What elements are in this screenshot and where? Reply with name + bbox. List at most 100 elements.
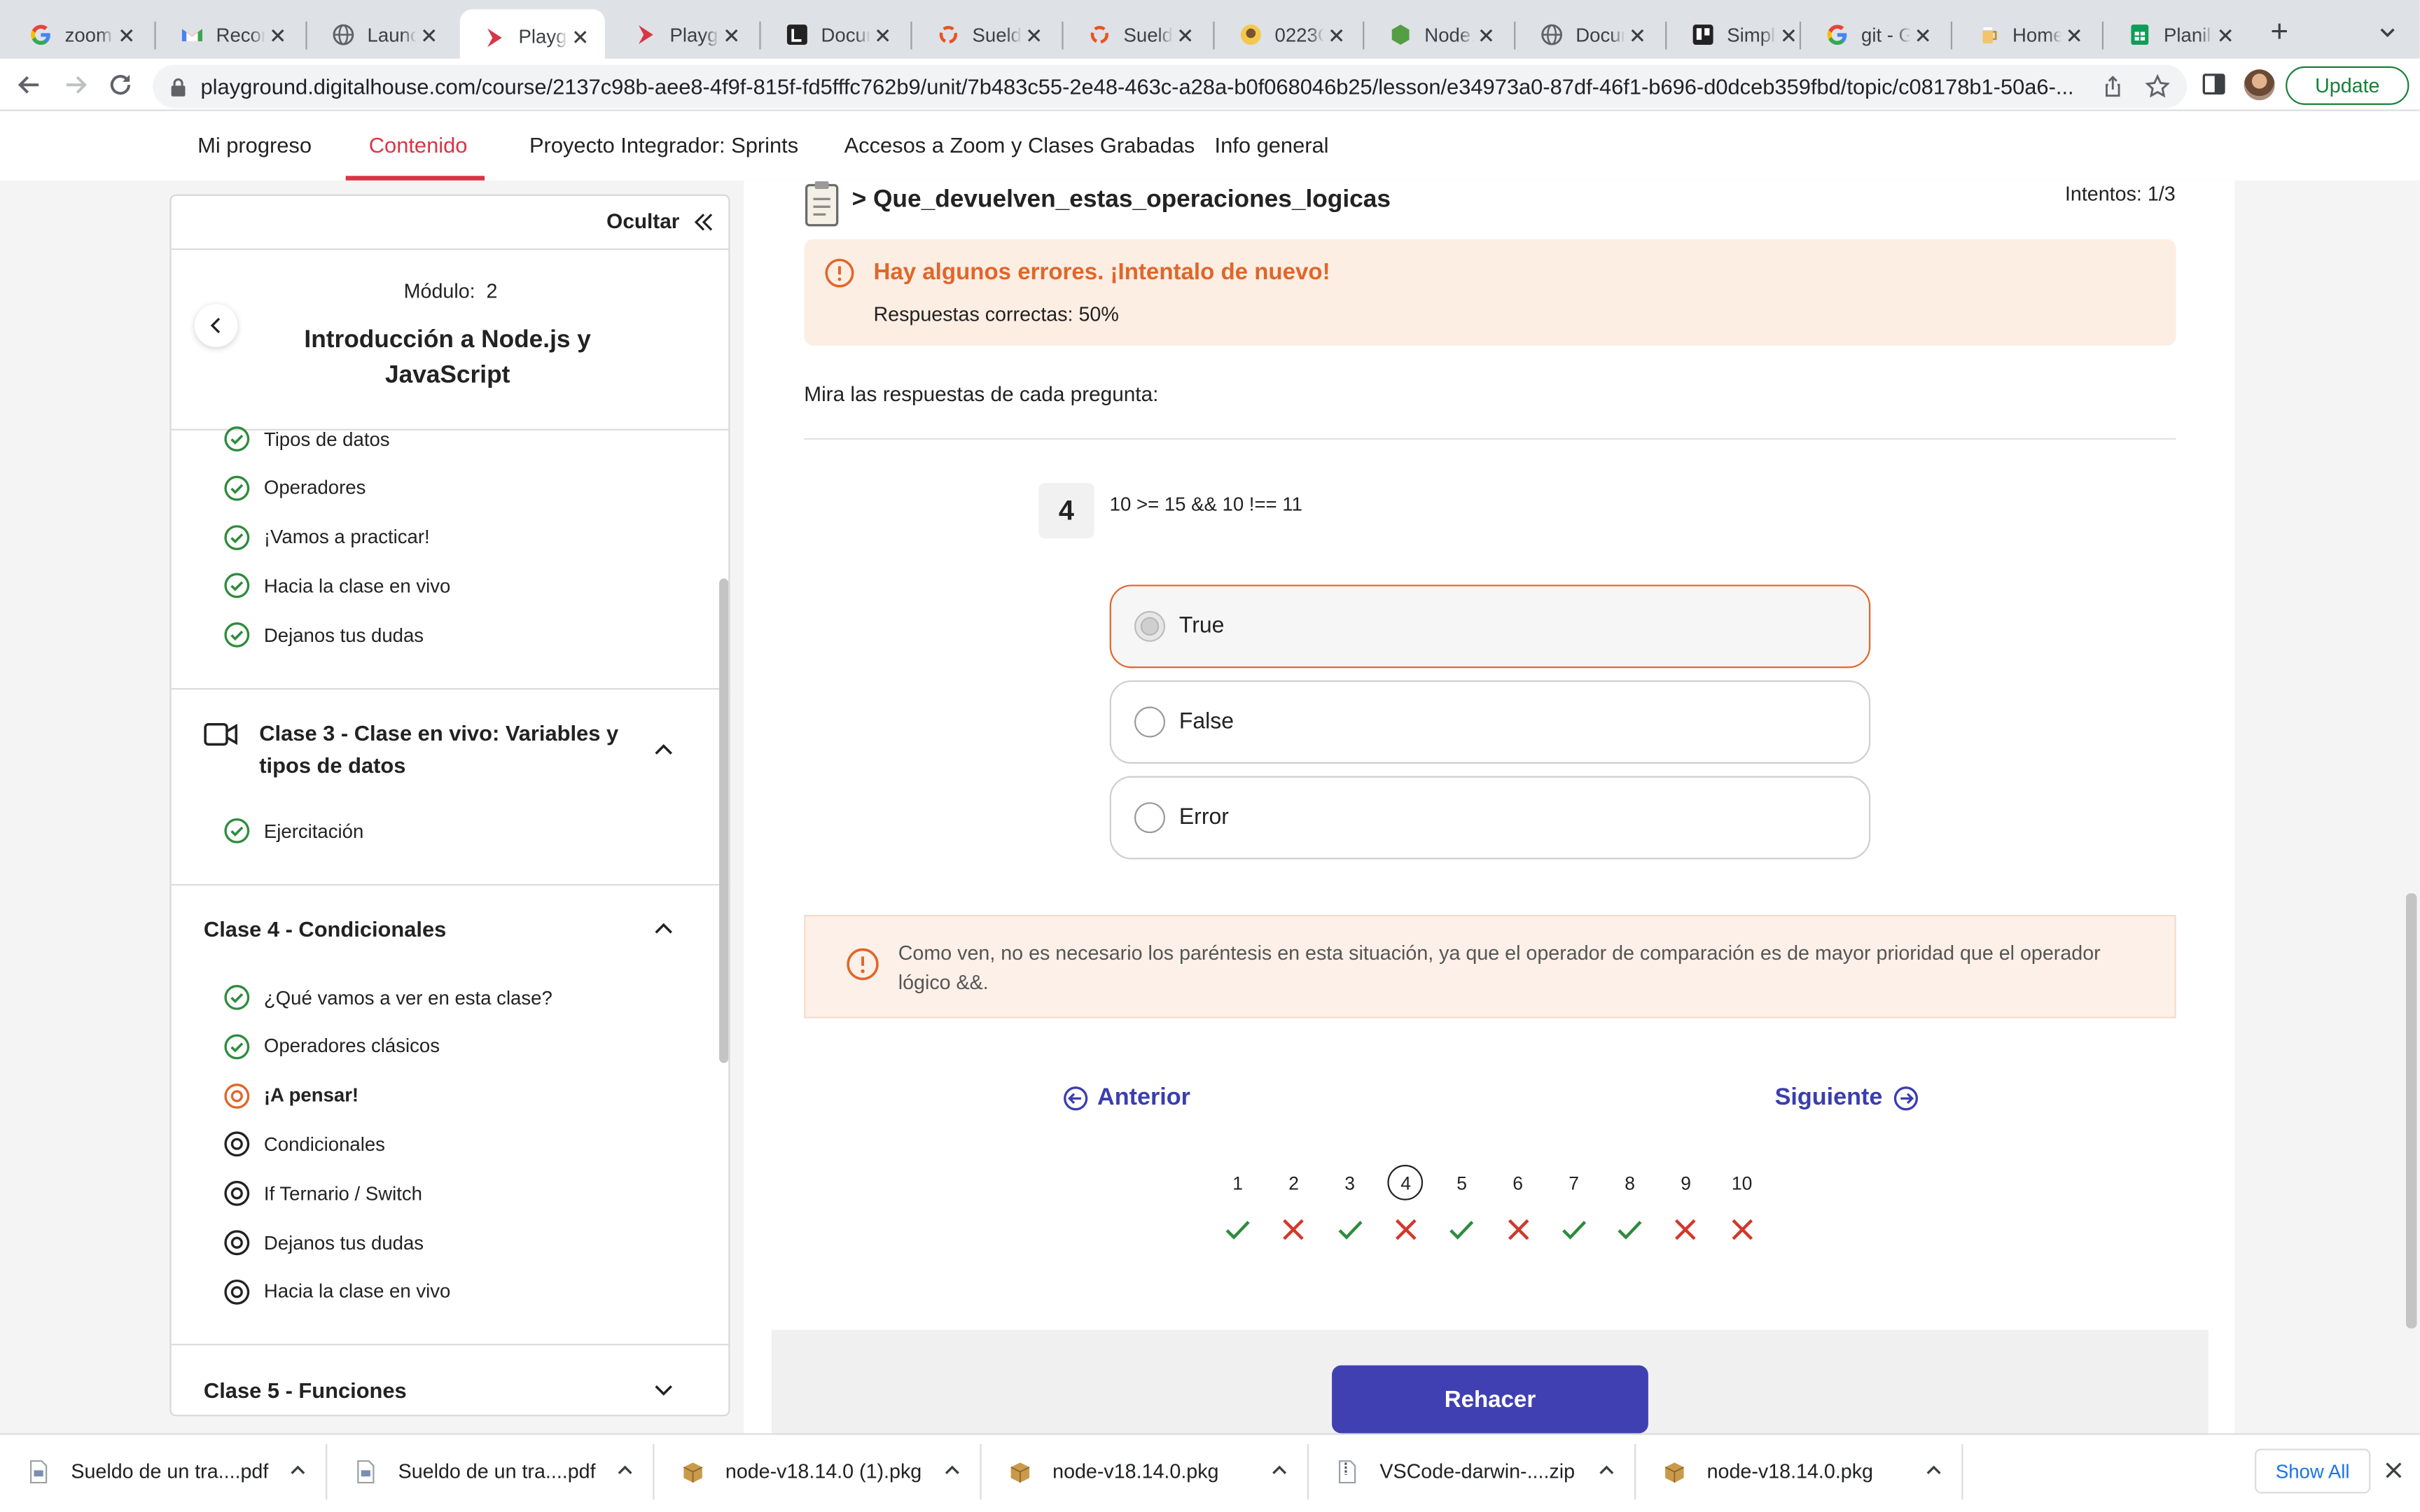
close-tab-icon[interactable] <box>417 22 441 47</box>
browser-tab[interactable]: Playgro <box>611 9 756 60</box>
chevron-up-icon[interactable] <box>943 1461 961 1479</box>
nav-proyecto-integrador[interactable]: Proyecto Integrador: Sprints <box>529 133 798 158</box>
download-item[interactable]: Sueldo de un tra....pdf <box>0 1435 326 1506</box>
share-icon[interactable] <box>2102 76 2124 97</box>
answer-option[interactable]: False <box>1109 680 1871 764</box>
close-tab-icon[interactable] <box>1911 22 1935 47</box>
browser-tab[interactable]: Planilla <box>2105 9 2250 60</box>
browser-tab[interactable]: zoom d <box>6 9 151 60</box>
sidebar-topic-item[interactable]: Dejanos tus dudas <box>224 622 424 648</box>
page-scrollbar[interactable] <box>2406 893 2417 1329</box>
page-number[interactable]: 5 <box>1447 1172 1477 1194</box>
close-tab-icon[interactable] <box>1022 22 1046 47</box>
sidebar-topic-item[interactable]: Operadores <box>224 475 366 501</box>
show-all-downloads-button[interactable]: Show All <box>2255 1448 2371 1494</box>
module-back-button[interactable] <box>194 304 238 347</box>
close-tab-icon[interactable] <box>1324 22 1349 47</box>
browser-tab[interactable]: Docum <box>763 9 908 60</box>
nav-mi-progreso[interactable]: Mi progreso <box>197 133 312 158</box>
address-bar[interactable]: playground.digitalhouse.com/course/2137c… <box>153 64 2188 108</box>
chevron-up-icon[interactable] <box>653 918 674 939</box>
sidebar-topic-item[interactable]: Tipos de datos <box>224 426 390 451</box>
page-number[interactable]: 9 <box>1671 1172 1702 1194</box>
close-tab-icon[interactable] <box>568 24 592 49</box>
browser-tab[interactable]: Simple <box>1669 9 1814 60</box>
sidebar-scrollbar[interactable] <box>719 578 729 1063</box>
tab-search-chevron-icon[interactable] <box>2377 22 2398 43</box>
page-number[interactable]: 6 <box>1503 1172 1534 1194</box>
back-arrow-icon[interactable] <box>15 71 43 99</box>
close-tab-icon[interactable] <box>114 22 139 47</box>
new-tab-button[interactable]: + <box>2265 17 2293 48</box>
update-button[interactable]: Update <box>2286 66 2409 105</box>
page-number[interactable]: 1 <box>1223 1172 1253 1194</box>
page-number[interactable]: 7 <box>1559 1172 1590 1194</box>
browser-tab[interactable]: 0223C <box>1216 9 1361 60</box>
close-tab-icon[interactable] <box>1776 22 1801 47</box>
radio-button[interactable] <box>1134 802 1166 834</box>
retry-button[interactable]: Rehacer <box>1332 1365 1648 1434</box>
sidebar-topic-item[interactable]: ¡Vamos a practicar! <box>224 524 430 550</box>
radio-button[interactable] <box>1134 706 1166 738</box>
sidebar-topic-item[interactable]: Condicionales <box>224 1131 385 1158</box>
download-item[interactable]: VSCode-darwin-....zip <box>1309 1435 1634 1506</box>
chevron-up-icon[interactable] <box>616 1461 634 1479</box>
nav-contenido[interactable]: Contenido <box>369 133 468 158</box>
previous-button[interactable]: Anterior <box>1064 1084 1190 1112</box>
close-tab-icon[interactable] <box>1474 22 1498 47</box>
sidebar-topic-item[interactable]: Hacia la clase en vivo <box>224 1279 450 1305</box>
sidebar-topic-item[interactable]: Hacia la clase en vivo <box>224 573 450 599</box>
forward-arrow-icon[interactable] <box>62 71 90 99</box>
close-tab-icon[interactable] <box>2062 22 2087 47</box>
next-button[interactable]: Siguiente <box>1775 1084 1918 1112</box>
download-item[interactable]: node-v18.14.0.pkg <box>1636 1435 1961 1506</box>
chevron-up-icon[interactable] <box>1924 1461 1942 1479</box>
page-number[interactable]: 10 <box>1727 1172 1758 1194</box>
sidebar-topic-item[interactable]: ¿Qué vamos a ver en esta clase? <box>224 984 552 1010</box>
sidebar-topic-item[interactable]: If Ternario / Switch <box>224 1180 422 1207</box>
close-tab-icon[interactable] <box>1173 22 1197 47</box>
download-item[interactable]: node-v18.14.0 (1).pkg <box>654 1435 980 1506</box>
close-tab-icon[interactable] <box>265 22 290 47</box>
reload-icon[interactable] <box>106 71 134 99</box>
chevron-down-icon[interactable] <box>653 1379 674 1401</box>
bookmark-star-icon[interactable] <box>2145 74 2170 99</box>
page-number[interactable]: 8 <box>1615 1172 1646 1194</box>
download-item[interactable]: node-v18.14.0.pkg <box>982 1435 1307 1506</box>
browser-tab[interactable]: Node.js <box>1366 9 1511 60</box>
page-number[interactable]: 3 <box>1335 1172 1365 1194</box>
chevron-up-icon[interactable] <box>653 739 674 761</box>
sidebar-topic-item[interactable]: ¡A pensar! <box>224 1082 359 1108</box>
browser-tab[interactable]: Sueldo <box>1065 9 1210 60</box>
hide-sidebar-button[interactable]: Ocultar <box>606 210 715 233</box>
browser-tab[interactable]: Launch <box>309 9 454 60</box>
close-tab-icon[interactable] <box>1625 22 1650 47</box>
browser-tab[interactable]: Playgro <box>459 9 605 65</box>
chevron-up-icon[interactable] <box>1270 1461 1288 1479</box>
browser-tab[interactable]: Sueldo <box>914 9 1059 60</box>
browser-tab[interactable]: git - Go <box>1802 9 1947 60</box>
profile-avatar[interactable] <box>2244 69 2275 101</box>
sidebar-topic-item[interactable]: Dejanos tus dudas <box>224 1230 424 1256</box>
radio-button[interactable] <box>1134 610 1166 642</box>
close-tab-icon[interactable] <box>719 22 744 47</box>
browser-tab[interactable]: Homeb <box>1954 9 2099 60</box>
nav-info-general[interactable]: Info general <box>1215 133 1329 158</box>
clipboard-icon <box>804 181 840 227</box>
download-item[interactable]: Sueldo de un tra....pdf <box>327 1435 653 1506</box>
answer-option[interactable]: True <box>1109 584 1871 668</box>
close-tab-icon[interactable] <box>2213 22 2238 47</box>
browser-tab[interactable]: Record <box>158 9 302 60</box>
chevron-up-icon[interactable] <box>288 1461 307 1479</box>
close-downloads-icon[interactable] <box>2384 1461 2402 1479</box>
browser-tab[interactable]: Docum <box>1517 9 1662 60</box>
lock-icon[interactable] <box>169 76 186 97</box>
close-tab-icon[interactable] <box>870 22 895 47</box>
nav-accesos-zoom[interactable]: Accesos a Zoom y Clases Grabadas <box>844 133 1195 158</box>
chevron-up-icon[interactable] <box>1597 1461 1615 1479</box>
page-number[interactable]: 2 <box>1279 1172 1309 1194</box>
side-panel-icon[interactable] <box>2202 73 2225 96</box>
answer-option[interactable]: Error <box>1109 776 1871 860</box>
sidebar-topic-item[interactable]: Operadores clásicos <box>224 1033 440 1059</box>
sidebar-topic-item[interactable]: Ejercitación <box>224 818 363 844</box>
